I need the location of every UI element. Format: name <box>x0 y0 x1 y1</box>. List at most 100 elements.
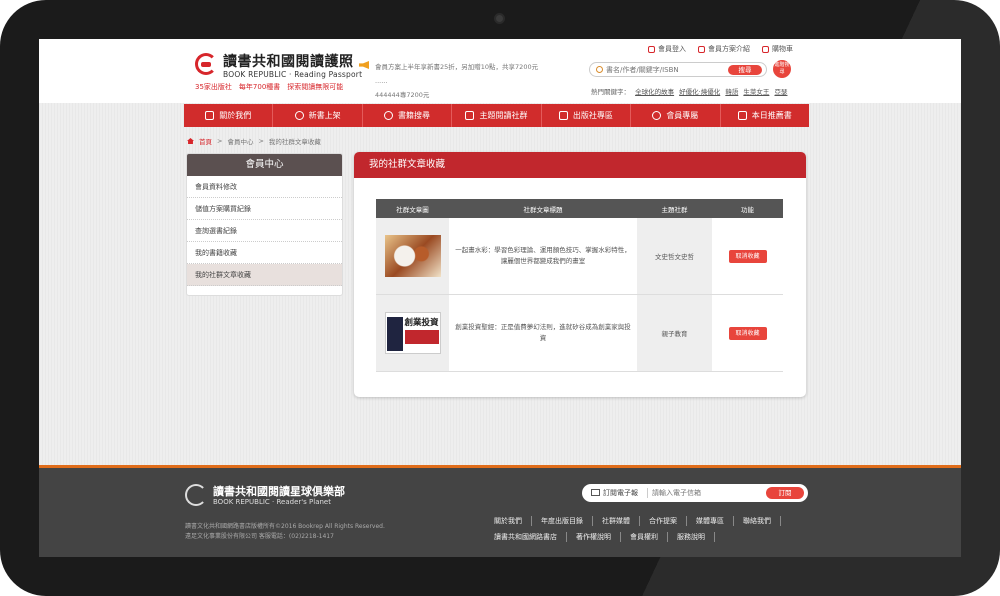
footer-link[interactable]: 年度出版目錄 <box>532 516 593 526</box>
sidebar-title: 會員中心 <box>187 154 342 176</box>
cart-link[interactable]: 購物車 <box>762 44 793 54</box>
footer-links-row-1: 關於我們 年度出版目錄 社群媒體 合作提案 媒體專區 聯絡我們 <box>485 516 781 526</box>
nav-label: 本日推薦書 <box>751 111 792 120</box>
nav-label: 會員專屬 <box>666 111 699 120</box>
logo-title[interactable]: 讀書共和國閱讀護照 <box>223 51 354 71</box>
footer-logo-subtitle: BOOK REPUBLIC · Reader's Planet <box>213 498 331 506</box>
table-row: 創業投資 創業投資聖經：正是值費夢幻法則，進就矽谷成為創業家與投資 親子教育 取… <box>376 295 783 372</box>
footer-link[interactable]: 讀書共和國網路書店 <box>485 532 567 542</box>
nav-label: 出版社專區 <box>572 111 613 120</box>
nav-about[interactable]: 關於我們 <box>184 104 274 127</box>
site-header: 讀書共和國閱讀護照 BOOK REPUBLIC · Reading Passpo… <box>39 39 961 103</box>
footer-link[interactable]: 聯絡我們 <box>734 516 781 526</box>
member-sidebar: 會員中心 會員資料修改 儲值方案購買紀錄 查詢選書紀錄 我的書籍收藏 我的社群文… <box>186 153 343 296</box>
footer-link[interactable]: 關於我們 <box>485 516 532 526</box>
nav-reading-community[interactable]: 主題閱讀社群 <box>452 104 542 127</box>
site-footer: 讀書共和國閱讀星球俱樂部 BOOK REPUBLIC · Reader's Pl… <box>39 468 961 557</box>
footer-link[interactable]: 服務說明 <box>668 532 715 542</box>
table-row: 一起畫水彩：學習色彩理論、運用顏色技巧、掌握水彩特性，讓麗個世界都變成我們的畫室… <box>376 218 783 295</box>
article-favorites-panel: 我的社群文章收藏 社群文章圖 社群文章標題 主題社群 功能 一起畫水彩：學習色彩… <box>354 152 806 397</box>
cover-spine <box>386 317 403 351</box>
search-icon <box>384 111 394 120</box>
footer-link[interactable]: 著作權說明 <box>567 532 621 542</box>
search-button[interactable]: 搜尋 <box>728 65 762 75</box>
article-action-cell: 取消收藏 <box>712 218 783 294</box>
login-link[interactable]: 會員登入 <box>648 44 686 54</box>
cancel-favorite-button[interactable]: 取消收藏 <box>728 249 767 263</box>
hot-keyword[interactable]: 生菜女王 <box>743 88 769 96</box>
column-header-community: 主題社群 <box>661 205 688 214</box>
footer-link[interactable]: 合作提案 <box>640 516 687 526</box>
announcement-text[interactable]: 會員方案上半年享新書25折，另加贈10點，共享7200元 ...... 4444… <box>375 60 545 102</box>
nav-book-search[interactable]: 書籍搜尋 <box>363 104 453 127</box>
cart-icon <box>762 45 769 53</box>
user-icon <box>652 111 662 120</box>
copyright-line-2: 遠足文化事業股份有限公司 客服電話：(02)2218-1417 <box>185 533 334 540</box>
footer-links-row-2: 讀書共和國網路書店 著作權說明 會員權利 服務說明 <box>485 532 715 542</box>
search-box: 搜尋 <box>589 62 767 77</box>
article-image-cell: 創業投資 <box>376 295 449 371</box>
camera-icon <box>494 13 505 24</box>
nav-new-books[interactable]: 新書上架 <box>273 104 363 127</box>
search-input[interactable] <box>606 65 716 75</box>
cancel-favorite-button[interactable]: 取消收藏 <box>728 326 767 340</box>
chat-icon <box>698 45 705 53</box>
nav-member[interactable]: 會員專屬 <box>631 104 721 127</box>
footer-link[interactable]: 社群媒體 <box>593 516 640 526</box>
login-label: 會員登入 <box>658 45 686 53</box>
nav-daily-pick[interactable]: 本日推薦書 <box>721 104 809 127</box>
home-icon <box>187 138 194 144</box>
column-header-title: 社群文章標題 <box>523 205 563 214</box>
announcement-line-1: 會員方案上半年享新書25折，另加贈10點，共享7200元 ...... <box>375 63 539 85</box>
megaphone-icon <box>359 61 369 69</box>
favorites-table: 社群文章圖 社群文章標題 主題社群 功能 一起畫水彩：學習色彩理論、運用顏色技巧… <box>376 199 783 372</box>
breadcrumb-current: 我的社群文章收藏 <box>268 138 321 146</box>
footer-link[interactable]: 會員權利 <box>621 532 668 542</box>
nav-publisher[interactable]: 出版社專區 <box>542 104 632 127</box>
book-icon <box>465 111 475 120</box>
hot-keywords: 熱門關鍵字： 全球化的故事 好優化·燒優化 韓語 生菜女王 亞瑟 <box>591 86 787 96</box>
sidebar-item-article-favorites[interactable]: 我的社群文章收藏 <box>187 264 342 286</box>
article-thumbnail[interactable] <box>384 235 441 277</box>
hot-keyword[interactable]: 全球化的故事 <box>635 88 674 96</box>
breadcrumb-member-center[interactable]: 會員中心 <box>227 136 253 146</box>
search-icon <box>596 66 603 73</box>
book-republic-logo-icon <box>185 484 207 506</box>
hot-keyword[interactable]: 好優化·燒優化 <box>679 88 720 96</box>
logo-tagline: 35家出版社 每年700種書 探索閱讀無限可能 <box>195 83 344 91</box>
hot-keyword[interactable]: 亞瑟 <box>774 88 787 96</box>
sidebar-item-book-favorites[interactable]: 我的書籍收藏 <box>187 242 342 264</box>
copyright-line-1: 讀書文化共和國網路書店版權所有©2016 Bookrep All Rights … <box>185 523 385 530</box>
breadcrumb-separator: > <box>258 137 264 145</box>
email-input[interactable] <box>647 488 757 498</box>
subscribe-button[interactable]: 訂閱 <box>766 487 804 499</box>
nav-label: 新書上架 <box>308 111 341 120</box>
article-community: 文史哲文史哲 <box>637 218 712 294</box>
announcement-line-2: 444444專7200元 <box>375 91 430 99</box>
table-header: 社群文章圖 社群文章標題 主題社群 功能 <box>376 199 783 218</box>
article-thumbnail[interactable]: 創業投資 <box>384 312 441 354</box>
article-title[interactable]: 一起畫水彩：學習色彩理論、運用顏色技巧、掌握水彩特性，讓麗個世界都變成我們的畫室 <box>449 218 637 294</box>
alert-icon <box>294 111 304 120</box>
panel-title: 我的社群文章收藏 <box>354 152 806 178</box>
article-title[interactable]: 創業投資聖經：正是值費夢幻法則，進就矽谷成為創業家與投資 <box>449 295 637 371</box>
sidebar-item-profile[interactable]: 會員資料修改 <box>187 176 342 198</box>
sidebar-item-purchase-history[interactable]: 儲值方案購買紀錄 <box>187 198 342 220</box>
hot-keyword[interactable]: 韓語 <box>725 88 738 96</box>
article-community: 親子教育 <box>637 295 712 371</box>
advanced-search-button[interactable]: 進階搜尋 <box>773 60 791 78</box>
tablet-frame: 讀書共和國閱讀護照 BOOK REPUBLIC · Reading Passpo… <box>0 0 1000 596</box>
top-links: 會員登入 會員方案介紹 購物車 <box>648 44 793 54</box>
breadcrumb-home[interactable]: 首頁 <box>199 136 212 146</box>
footer-link[interactable]: 媒體專區 <box>687 516 734 526</box>
cover-title: 創業投資 <box>404 318 439 328</box>
cover-band <box>404 330 439 344</box>
plan-info-link[interactable]: 會員方案介紹 <box>698 44 750 54</box>
mail-icon <box>591 489 600 496</box>
pencil-icon <box>558 111 568 120</box>
nav-label: 主題閱讀社群 <box>479 111 528 120</box>
book-republic-logo-icon[interactable] <box>195 53 217 75</box>
flag-icon <box>205 111 215 120</box>
user-icon <box>648 45 655 53</box>
sidebar-item-selection-history[interactable]: 查詢選書紀錄 <box>187 220 342 242</box>
